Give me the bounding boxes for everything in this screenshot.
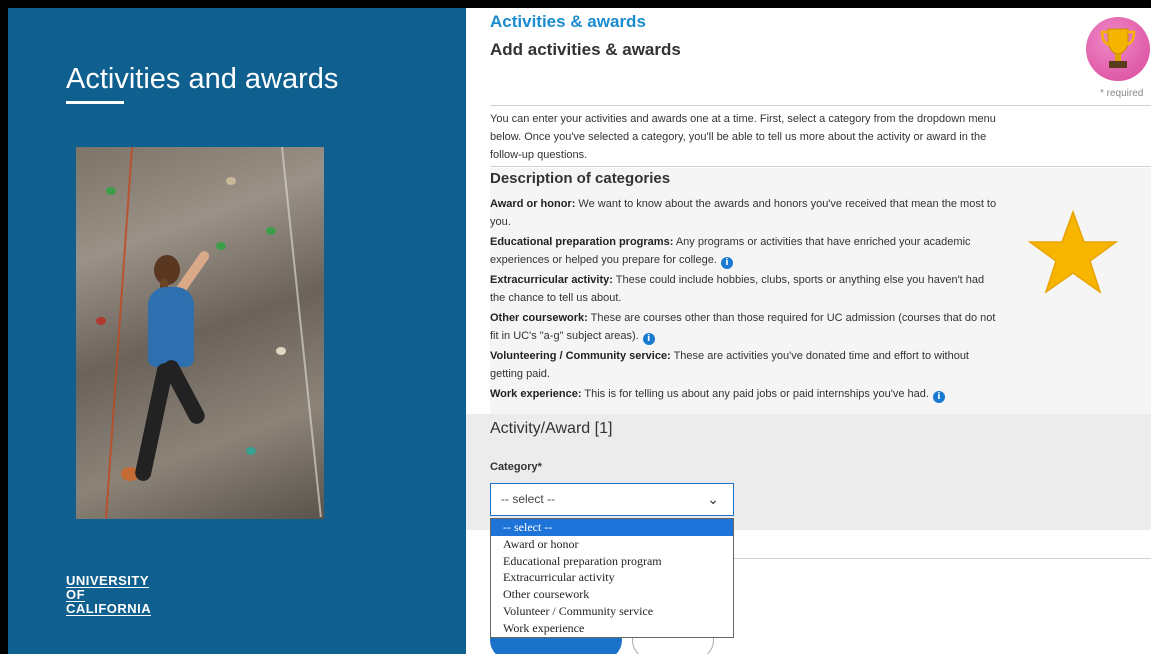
logo-line: UNIVERSITY xyxy=(66,573,150,588)
uc-logo: UNIVERSITY OF CALIFORNIA xyxy=(66,573,152,616)
category-description: Work experience: This is for telling us … xyxy=(490,385,1000,403)
logo-line: CALIFORNIA xyxy=(66,601,152,616)
brand-title: Activities & awards xyxy=(490,12,646,31)
divider xyxy=(490,105,1151,106)
logo-line: OF xyxy=(66,587,86,602)
category-description: Award or honor: We want to know about th… xyxy=(490,195,1000,231)
category-name: Work experience: xyxy=(490,388,582,400)
category-name: Other coursework: xyxy=(490,312,588,324)
category-description: Other coursework: These are courses othe… xyxy=(490,309,1000,345)
select-value: -- select -- xyxy=(501,492,555,506)
title-underline xyxy=(66,101,124,104)
dropdown-option[interactable]: Volunteer / Community service xyxy=(491,603,733,620)
category-descriptions: Award or honor: We want to know about th… xyxy=(490,195,1000,405)
trophy-icon xyxy=(1086,17,1150,81)
category-dropdown[interactable]: -- select -- Award or honor Educational … xyxy=(490,518,734,638)
category-name: Educational preparation programs: xyxy=(490,236,674,248)
chevron-down-icon[interactable]: ⌄ xyxy=(707,492,719,508)
category-label: Category* xyxy=(490,461,542,473)
divider xyxy=(490,166,1151,167)
category-text: This is for telling us about any paid jo… xyxy=(581,388,929,400)
slide: Activities and awards UNIVERSITY OF CALI… xyxy=(8,8,1151,654)
slide-title: Activities and awards xyxy=(66,63,339,95)
climbing-photo xyxy=(76,147,324,519)
dropdown-option[interactable]: Other coursework xyxy=(491,586,733,603)
star-icon xyxy=(1028,209,1118,294)
category-description: Volunteering / Community service: These … xyxy=(490,347,1000,383)
category-name: Volunteering / Community service: xyxy=(490,350,671,362)
page-heading: Add activities & awards xyxy=(490,40,681,59)
categories-heading: Description of categories xyxy=(490,170,671,187)
dropdown-option[interactable]: Extracurricular activity xyxy=(491,569,733,586)
dropdown-option[interactable]: -- select -- xyxy=(491,519,733,536)
info-icon[interactable]: i xyxy=(932,391,945,403)
info-icon[interactable]: i xyxy=(720,257,733,269)
required-note: * required xyxy=(1100,88,1144,99)
category-name: Award or honor: xyxy=(490,198,576,210)
category-description: Extracurricular activity: These could in… xyxy=(490,271,1000,307)
intro-text: You can enter your activities and awards… xyxy=(490,113,996,161)
section-heading: Activity/Award [1] xyxy=(490,420,613,437)
category-select[interactable]: -- select -- ⌄ xyxy=(490,483,734,516)
form-panel: Activities & awards Add activities & awa… xyxy=(466,8,1151,654)
info-icon[interactable]: i xyxy=(642,333,655,345)
dropdown-option[interactable]: Work experience xyxy=(491,620,733,637)
dropdown-option[interactable]: Award or honor xyxy=(491,536,733,553)
category-description: Educational preparation programs: Any pr… xyxy=(490,233,1000,269)
left-panel: Activities and awards UNIVERSITY OF CALI… xyxy=(8,8,466,654)
dropdown-option[interactable]: Educational preparation program xyxy=(491,553,733,570)
category-name: Extracurricular activity: xyxy=(490,274,613,286)
